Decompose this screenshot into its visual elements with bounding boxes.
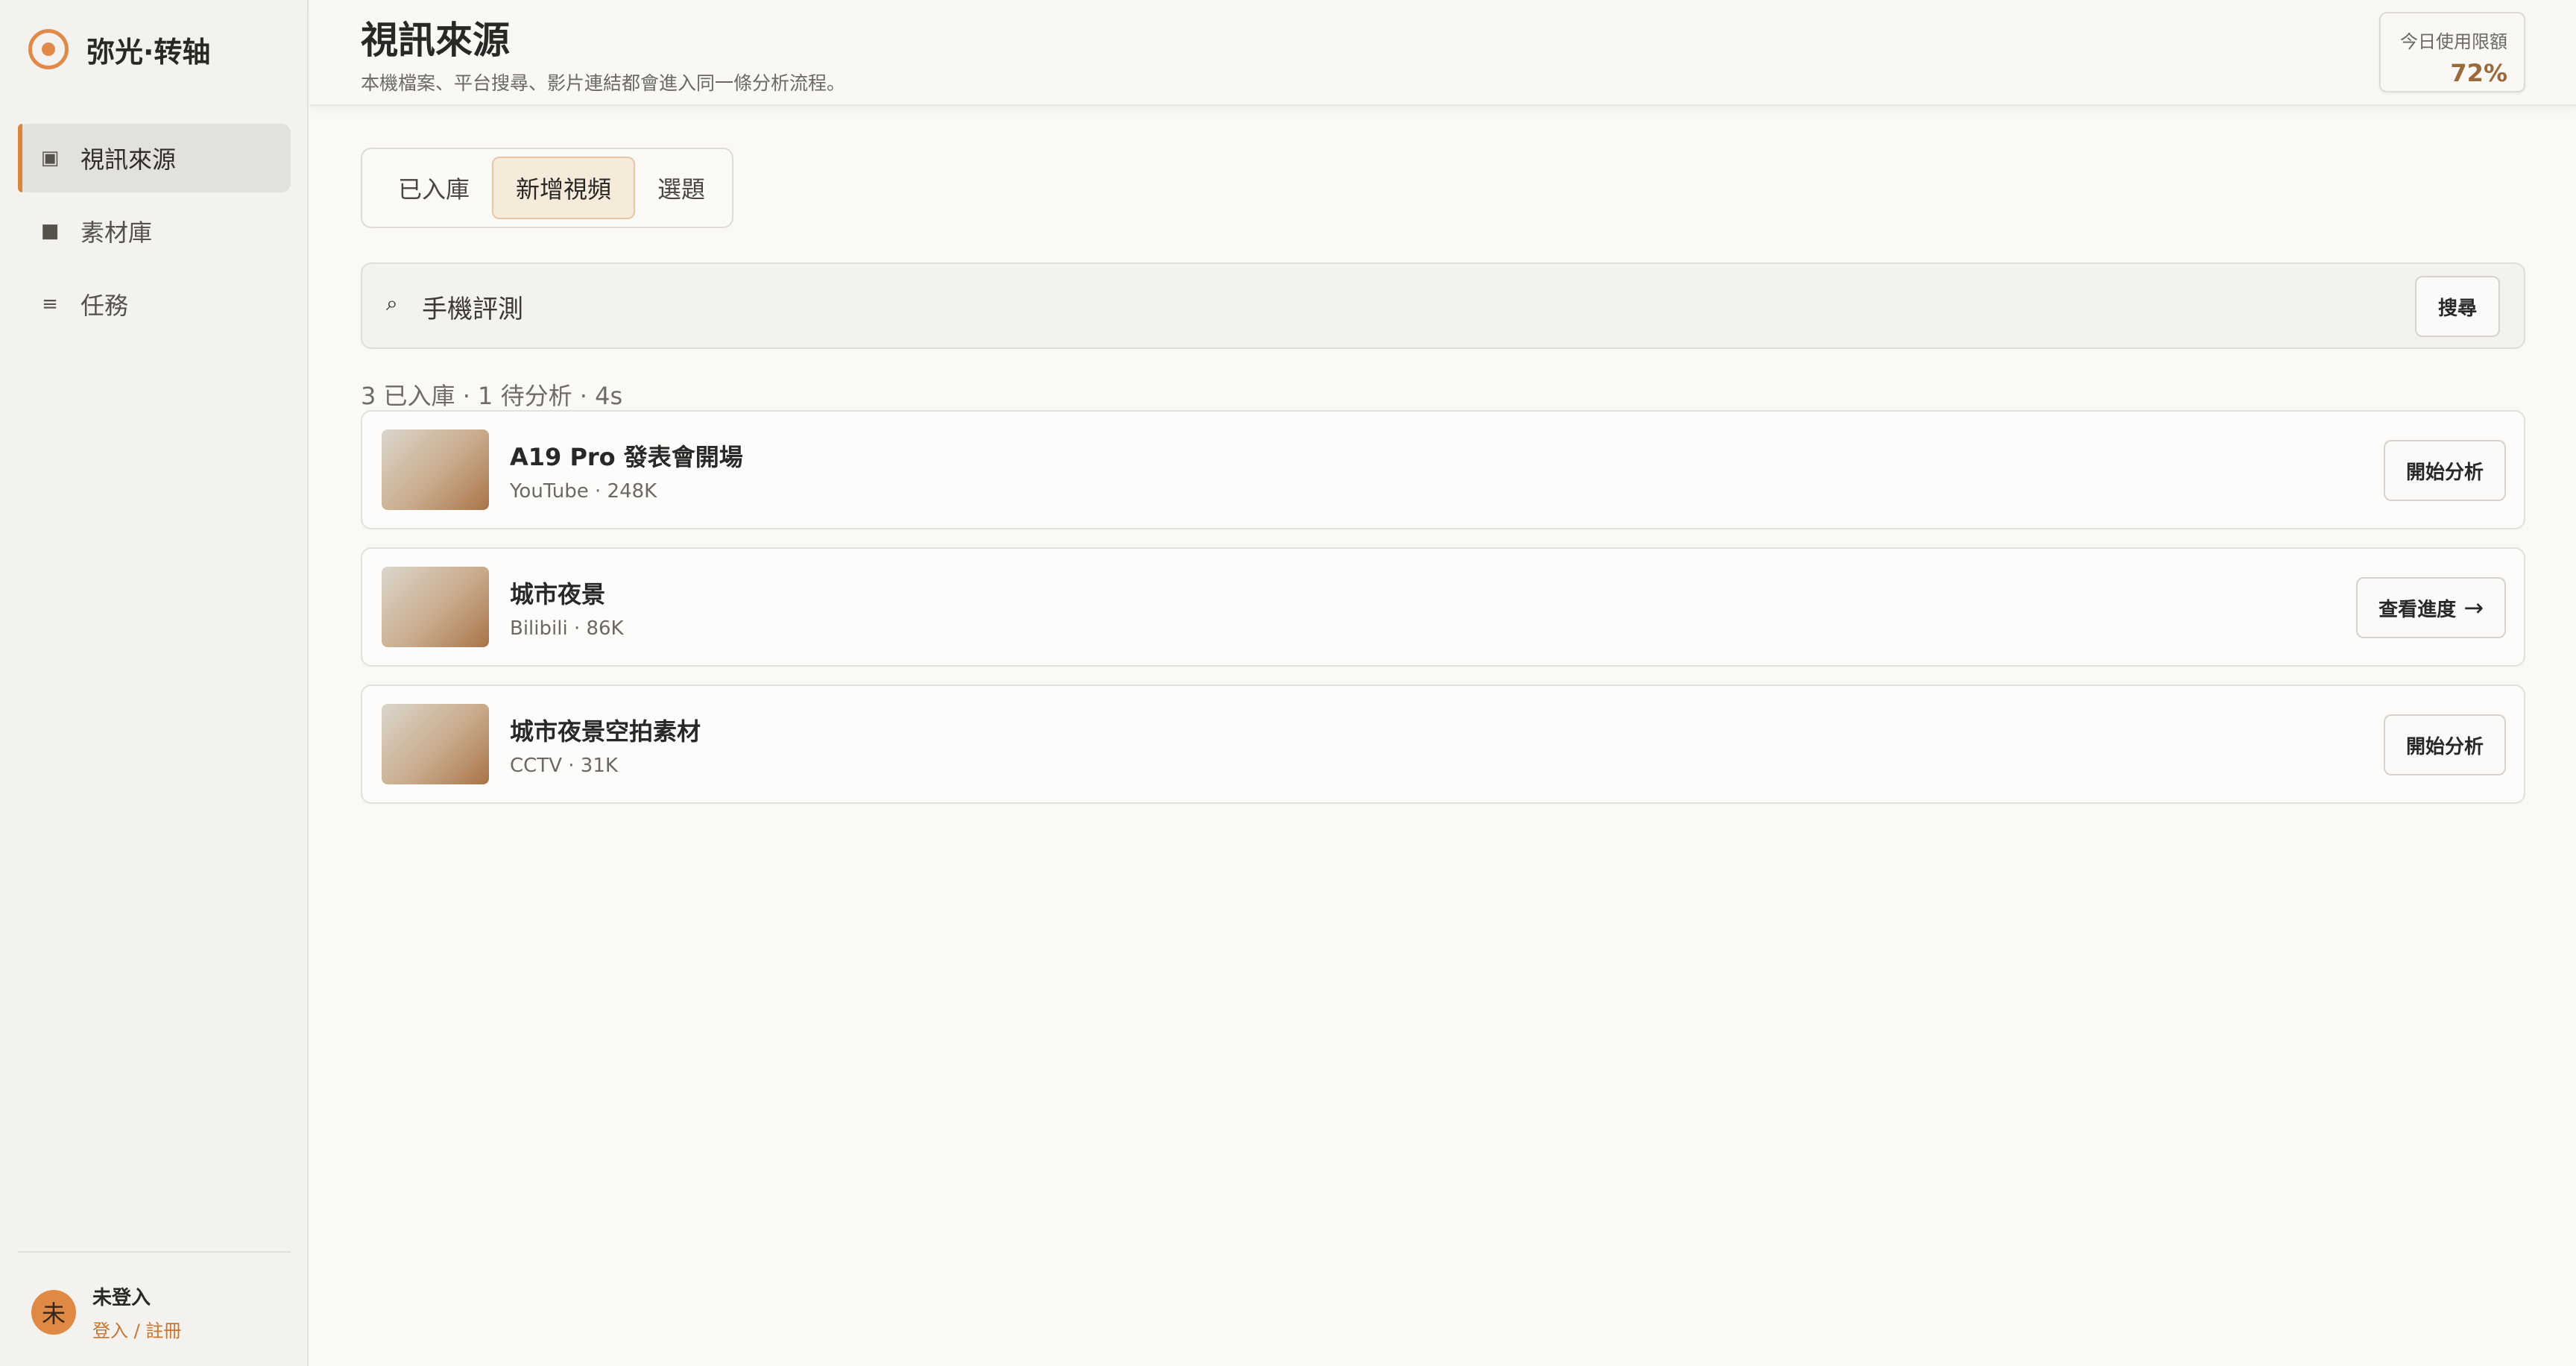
start-analysis-button[interactable]: 開始分析 <box>2383 440 2506 501</box>
sidebar-item-video-sources[interactable]: ▣ 視訊來源 <box>18 124 291 192</box>
page-header: 視訊來源 本機檔案、平台搜尋、影片連結都會進入同一條分析流程。 今日使用限額 7… <box>310 0 2576 106</box>
tab-topics[interactable]: 選題 <box>635 157 727 219</box>
view-progress-button[interactable]: 查看進度 → <box>2356 577 2506 638</box>
video-list: A19 Pro 發表會開場 YouTube · 248K 開始分析 城市夜景 B… <box>361 410 2525 822</box>
video-thumbnail <box>382 704 489 784</box>
list-item[interactable]: 城市夜景 Bilibili · 86K 查看進度 → <box>361 547 2525 667</box>
sidebar-item-tasks[interactable]: ≡ 任務 <box>18 270 291 339</box>
app-window: 弥光·转轴 ▣ 視訊來源 ■ 素材庫 ≡ 任務 未 未登入 登入 / 註冊 視訊… <box>0 0 2576 1366</box>
sidebar-item-label: 素材庫 <box>80 218 153 247</box>
user-block: 未 未登入 登入 / 註冊 <box>31 1282 181 1342</box>
list-item[interactable]: A19 Pro 發表會開場 YouTube · 248K 開始分析 <box>361 410 2525 529</box>
quota-label: 今日使用限額 <box>2400 31 2507 52</box>
list-item[interactable]: 城市夜景空拍素材 CCTV · 31K 開始分析 <box>361 684 2525 804</box>
square-outline-icon: ▣ <box>40 147 60 169</box>
video-thumbnail <box>382 567 489 647</box>
button-label: 開始分析 <box>2405 735 2484 758</box>
square-filled-icon: ■ <box>40 220 60 242</box>
quota-badge: 今日使用限額 72% <box>2379 12 2525 92</box>
quota-value: 72% <box>2450 59 2507 87</box>
button-label: 查看進度 <box>2378 598 2457 621</box>
sidebar-footer: 未 未登入 登入 / 註冊 <box>18 1251 291 1341</box>
search-bar: ⌕ 搜尋 <box>361 262 2525 349</box>
login-link[interactable]: 登入 / 註冊 <box>92 1316 181 1342</box>
video-title: 城市夜景空拍素材 <box>510 717 701 746</box>
page-subtitle: 本機檔案、平台搜尋、影片連結都會進入同一條分析流程。 <box>361 72 846 94</box>
avatar[interactable]: 未 <box>31 1290 76 1335</box>
brand-logo-icon <box>28 29 69 69</box>
sidebar-item-material-library[interactable]: ■ 素材庫 <box>18 197 291 265</box>
video-meta: CCTV · 31K <box>510 755 618 777</box>
list-icon: ≡ <box>42 293 58 315</box>
brand-name: 弥光·转轴 <box>86 35 211 69</box>
sidebar: 弥光·转轴 ▣ 視訊來源 ■ 素材庫 ≡ 任務 未 未登入 登入 / 註冊 <box>0 0 309 1366</box>
tab-add-video[interactable]: 新增視頻 <box>492 157 636 219</box>
arrow-right-icon: → <box>2463 594 2484 622</box>
result-stats: 3 已入庫 · 1 待分析 · 4s <box>361 382 623 410</box>
sidebar-item-label: 任務 <box>80 292 129 320</box>
video-meta: Bilibili · 86K <box>510 617 624 640</box>
video-meta: YouTube · 248K <box>510 480 657 503</box>
search-button[interactable]: 搜尋 <box>2415 276 2500 337</box>
start-analysis-button[interactable]: 開始分析 <box>2383 714 2506 775</box>
brand[interactable]: 弥光·转轴 <box>28 27 210 72</box>
search-input[interactable] <box>422 280 2360 333</box>
tab-imported[interactable]: 已入庫 <box>376 157 492 219</box>
sidebar-item-label: 視訊來源 <box>80 145 177 174</box>
source-tabs: 已入庫 新增視頻 選題 <box>361 148 733 228</box>
button-label: 開始分析 <box>2405 461 2484 484</box>
sidebar-nav: ▣ 視訊來源 ■ 素材庫 ≡ 任務 <box>18 124 291 343</box>
video-title: A19 Pro 發表會開場 <box>510 443 743 471</box>
search-icon: ⌕ <box>386 291 398 315</box>
user-status: 未登入 <box>92 1287 151 1309</box>
video-thumbnail <box>382 429 489 510</box>
page-title: 視訊來源 <box>361 19 510 62</box>
video-title: 城市夜景 <box>510 580 606 608</box>
